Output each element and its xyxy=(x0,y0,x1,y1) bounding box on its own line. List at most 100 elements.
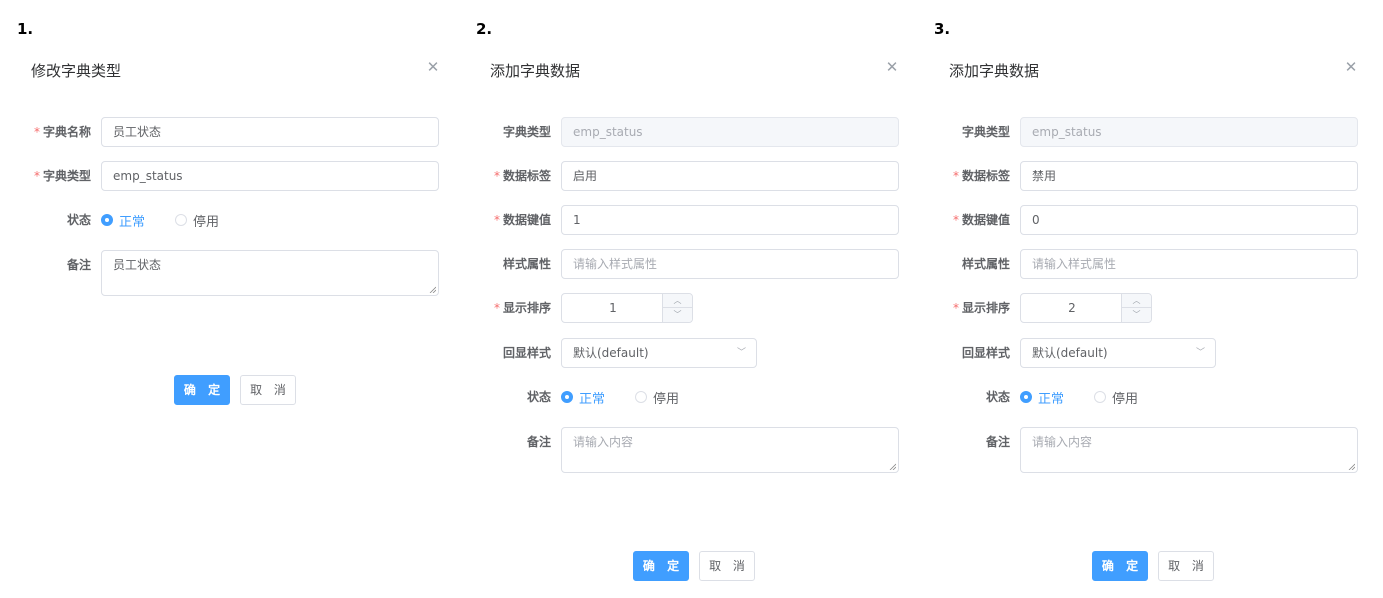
data-label-input[interactable]: 禁用 xyxy=(1020,161,1358,191)
status-label: 状态 xyxy=(985,390,1010,404)
radio-dot xyxy=(1020,391,1032,403)
close-icon[interactable]: ✕ xyxy=(426,60,440,75)
dict-name-label: * 字典名称 xyxy=(33,125,91,139)
radio-dot xyxy=(101,214,113,226)
css-class-input[interactable]: 请输入样式属性 xyxy=(1020,249,1358,279)
css-class-label: 样式属性 xyxy=(961,257,1010,271)
remark-label: 备注 xyxy=(985,435,1010,449)
sort-label: * 显示排序 xyxy=(493,301,551,315)
remark-textarea[interactable]: 请输入内容 xyxy=(561,427,899,473)
form-row-list-class: 回显样式 默认(default) ﹀ xyxy=(460,338,919,368)
status-radio-normal[interactable]: 正常 xyxy=(561,388,605,407)
sort-stepper[interactable]: 2 ︿ ﹀ xyxy=(1020,293,1152,323)
dialog-add-dict-data: 3. 添加字典数据 ✕ 字典类型 emp_status * 数据标签 禁用 * 数据… xyxy=(919,0,1383,598)
remark-text: 员工状态 xyxy=(113,258,162,272)
form-row-data-value: * 数据键值 1 xyxy=(460,205,919,235)
form-row-css-class: 样式属性 请输入样式属性 xyxy=(919,249,1383,279)
list-class-select[interactable]: 默认(default) ﹀ xyxy=(1020,338,1216,368)
list-class-value: 默认(default) xyxy=(573,346,649,360)
dict-type-input: emp_status xyxy=(1020,117,1358,147)
form-row-sort: * 显示排序 1 ︿ ﹀ xyxy=(460,293,919,323)
status-radio-disabled[interactable]: 停用 xyxy=(1094,388,1138,407)
chevron-down-icon: ﹀ xyxy=(736,348,746,358)
required-mark: * xyxy=(493,301,500,315)
required-mark: * xyxy=(493,169,500,183)
status-radio-group: 正常 停用 xyxy=(561,382,709,412)
dialog-edit-dict-type: 1. 修改字典类型 ✕ * 字典名称 员工状态 * 字典类型 emp_status … xyxy=(0,0,460,598)
data-value-input[interactable]: 1 xyxy=(561,205,899,235)
radio-dot xyxy=(175,214,188,226)
form-row-dict-type: 字典类型 emp_status xyxy=(460,117,919,147)
form-row-sort: * 显示排序 2 ︿ ﹀ xyxy=(919,293,1383,323)
list-class-label: 回显样式 xyxy=(502,346,551,360)
confirm-button[interactable]: 确 定 xyxy=(174,375,230,405)
data-value-label: * 数据键值 xyxy=(952,213,1010,227)
confirm-button[interactable]: 确 定 xyxy=(633,551,689,581)
chevron-down-icon[interactable]: ﹀ xyxy=(1122,308,1151,322)
status-radio-group: 正常 停用 xyxy=(101,205,249,235)
form-row-list-class: 回显样式 默认(default) ﹀ xyxy=(919,338,1383,368)
data-label-label: * 数据标签 xyxy=(952,169,1010,183)
status-radio-normal[interactable]: 正常 xyxy=(1020,388,1064,407)
list-class-select[interactable]: 默认(default) ﹀ xyxy=(561,338,757,368)
chevron-down-icon[interactable]: ﹀ xyxy=(663,308,692,322)
remark-textarea[interactable]: 请输入内容 xyxy=(1020,427,1358,473)
status-label: 状态 xyxy=(66,213,91,227)
data-value-input[interactable]: 0 xyxy=(1020,205,1358,235)
dict-type-label: 字典类型 xyxy=(502,125,551,139)
dict-name-input[interactable]: 员工状态 xyxy=(101,117,439,147)
form-row-data-value: * 数据键值 0 xyxy=(919,205,1383,235)
required-mark: * xyxy=(33,125,40,139)
dialog-title: 修改字典类型 xyxy=(31,62,122,80)
status-radio-disabled[interactable]: 停用 xyxy=(175,211,219,230)
cancel-button[interactable]: 取 消 xyxy=(699,551,755,581)
dict-type-input[interactable]: emp_status xyxy=(101,161,439,191)
resize-handle-icon[interactable] xyxy=(889,463,896,470)
form-row-data-label: * 数据标签 启用 xyxy=(460,161,919,191)
form-row-data-label: * 数据标签 禁用 xyxy=(919,161,1383,191)
sort-value[interactable]: 2 xyxy=(1021,294,1123,322)
step-number: 2. xyxy=(476,20,493,38)
close-icon[interactable]: ✕ xyxy=(885,60,899,75)
remark-placeholder: 请输入内容 xyxy=(1032,435,1093,449)
resize-handle-icon[interactable] xyxy=(429,286,436,293)
form-row-status: 状态 正常 停用 xyxy=(460,382,919,412)
status-radio-disabled[interactable]: 停用 xyxy=(635,388,679,407)
close-icon[interactable]: ✕ xyxy=(1344,60,1358,75)
required-mark: * xyxy=(952,169,959,183)
cancel-button[interactable]: 取 消 xyxy=(240,375,296,405)
list-class-label: 回显样式 xyxy=(961,346,1010,360)
stepper-controls: ︿ ﹀ xyxy=(1121,294,1151,322)
remark-placeholder: 请输入内容 xyxy=(573,435,634,449)
form-row-dict-type: * 字典类型 emp_status xyxy=(0,161,460,191)
step-number: 1. xyxy=(17,20,34,38)
form-row-dict-type: 字典类型 emp_status xyxy=(919,117,1383,147)
sort-label: * 显示排序 xyxy=(952,301,1010,315)
sort-stepper[interactable]: 1 ︿ ﹀ xyxy=(561,293,693,323)
radio-dot xyxy=(561,391,573,403)
confirm-button[interactable]: 确 定 xyxy=(1092,551,1148,581)
css-class-label: 样式属性 xyxy=(502,257,551,271)
remark-textarea[interactable]: 员工状态 xyxy=(101,250,439,296)
cancel-button[interactable]: 取 消 xyxy=(1158,551,1214,581)
step-number: 3. xyxy=(934,20,951,38)
form-row-remark: 备注 请输入内容 xyxy=(460,427,919,473)
chevron-up-icon[interactable]: ︿ xyxy=(663,294,692,308)
chevron-down-icon: ﹀ xyxy=(1195,348,1205,358)
required-mark: * xyxy=(493,213,500,227)
data-label-label: * 数据标签 xyxy=(493,169,551,183)
remark-label: 备注 xyxy=(526,435,551,449)
status-radio-normal[interactable]: 正常 xyxy=(101,211,145,230)
data-label-input[interactable]: 启用 xyxy=(561,161,899,191)
css-class-input[interactable]: 请输入样式属性 xyxy=(561,249,899,279)
resize-handle-icon[interactable] xyxy=(1348,463,1355,470)
remark-label: 备注 xyxy=(66,258,91,272)
chevron-up-icon[interactable]: ︿ xyxy=(1122,294,1151,308)
stepper-controls: ︿ ﹀ xyxy=(662,294,692,322)
radio-dot xyxy=(635,391,648,403)
form-row-dict-name: * 字典名称 员工状态 xyxy=(0,117,460,147)
status-label: 状态 xyxy=(526,390,551,404)
sort-value[interactable]: 1 xyxy=(562,294,664,322)
dialog-title: 添加字典数据 xyxy=(949,62,1040,80)
required-mark: * xyxy=(33,169,40,183)
